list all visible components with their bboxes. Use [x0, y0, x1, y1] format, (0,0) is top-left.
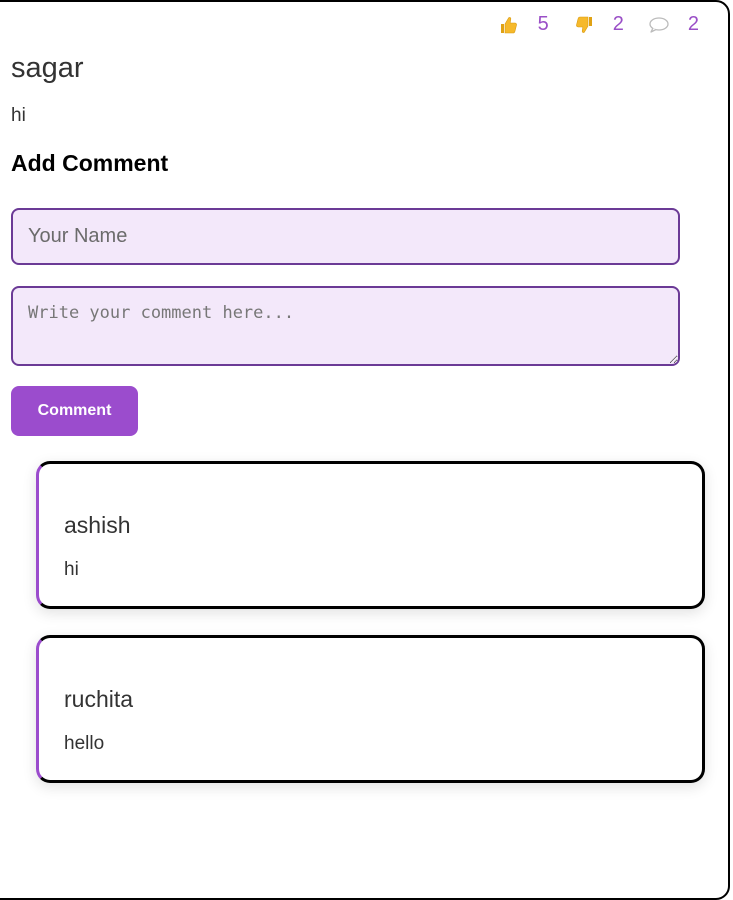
- comment-author: ruchita: [64, 686, 134, 712]
- comment-textarea[interactable]: [11, 286, 680, 366]
- dislike-reaction[interactable]: 2: [573, 13, 648, 36]
- thumbs-up-icon[interactable]: [498, 14, 520, 36]
- comment-author: ashish: [64, 512, 131, 538]
- add-comment-heading: Add Comment: [11, 150, 169, 176]
- speech-bubble-icon[interactable]: [648, 14, 670, 36]
- comment-card: ruchita hello: [36, 635, 705, 783]
- comment-text: hello: [64, 733, 105, 754]
- post-author: sagar: [11, 52, 84, 84]
- like-reaction[interactable]: 5: [498, 13, 573, 36]
- comment-card: ashish hi: [36, 461, 705, 609]
- like-count: 5: [537, 13, 549, 35]
- post-text: hi: [11, 105, 26, 126]
- comment-text: hi: [64, 559, 79, 580]
- comment-reaction[interactable]: 2: [648, 13, 699, 36]
- comment-submit-button[interactable]: Comment: [11, 386, 138, 436]
- reaction-bar: 5 2 2: [498, 13, 699, 36]
- name-input[interactable]: [11, 208, 680, 265]
- comment-count: 2: [687, 13, 699, 35]
- dislike-count: 2: [612, 13, 624, 35]
- thumbs-down-icon[interactable]: [573, 14, 595, 36]
